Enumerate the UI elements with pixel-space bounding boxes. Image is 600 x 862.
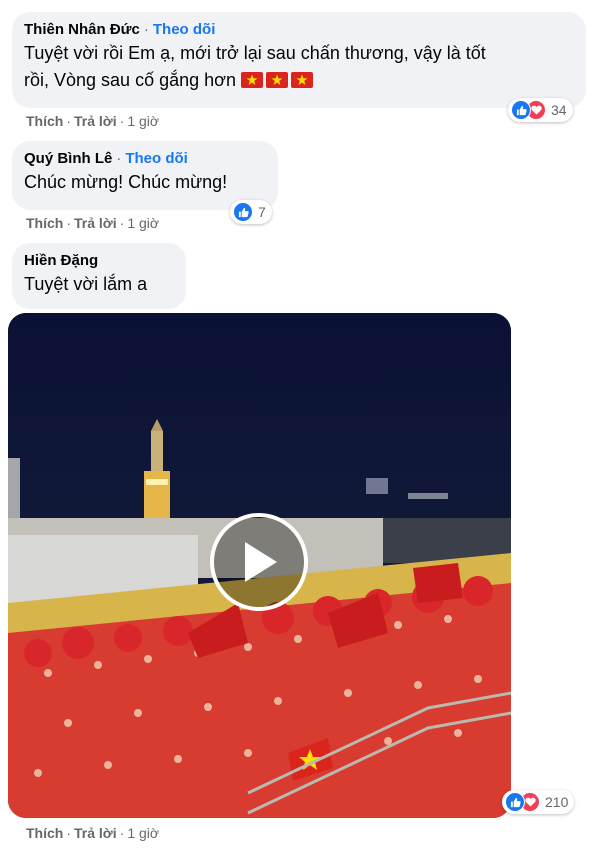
reply-action[interactable]: Trả lời xyxy=(74,113,117,129)
like-reaction-icon xyxy=(511,100,531,120)
play-icon xyxy=(245,542,277,582)
distant-building xyxy=(408,493,448,499)
separator-dot: · xyxy=(116,150,122,167)
play-button[interactable] xyxy=(210,513,308,611)
comment-author[interactable]: Quý Bình Lê xyxy=(24,150,112,167)
separator-dot: · xyxy=(143,21,149,38)
comment-bubble: Hiền Đặng Tuyệt vời lắm a xyxy=(12,243,186,309)
separator-dot: · xyxy=(119,825,125,841)
like-reaction-icon xyxy=(505,792,525,812)
reaction-count: 210 xyxy=(545,794,569,810)
comment-header: Thiên Nhân Đức · Theo dõi xyxy=(24,20,574,40)
reaction-count: 34 xyxy=(551,102,567,118)
comment-text: Tuyệt vời rồi Em ạ, mới trở lại sau chấn… xyxy=(24,40,574,94)
comment-timestamp[interactable]: 1 giờ xyxy=(127,215,159,231)
follow-link[interactable]: Theo dõi xyxy=(153,21,216,38)
comment-actions: Thích · Trả lời · 1 giờ xyxy=(26,215,159,231)
comment-text: Chúc mừng! Chúc mừng! xyxy=(24,172,228,192)
comment-text: Tuyệt vời lắm a xyxy=(24,274,148,294)
separator-dot: · xyxy=(119,215,125,231)
reaction-summary[interactable]: 7 xyxy=(230,200,272,224)
reaction-count: 7 xyxy=(258,204,266,220)
comment-bubble: Thiên Nhân Đức · Theo dõi Tuyệt vời rồi Em… xyxy=(12,12,586,108)
comment-text-line: rồi, Vòng sau cố gắng hơn xyxy=(24,67,574,94)
comment-header: Quý Bình Lê · Theo dõi xyxy=(24,149,266,169)
separator-dot: · xyxy=(66,113,72,129)
like-action[interactable]: Thích xyxy=(26,113,63,129)
separator-dot: · xyxy=(119,113,125,129)
comment-text-line: Tuyệt vời rồi Em ạ, mới trở lại sau chấn… xyxy=(24,43,486,63)
reaction-summary[interactable]: 34 xyxy=(508,98,573,122)
comment-header: Hiền Đặng xyxy=(24,251,174,271)
comment-text-fragment: rồi, Vòng sau cố gắng hơn xyxy=(24,70,236,90)
vietnam-flag-icon xyxy=(265,72,288,88)
comment-actions: Thích · Trả lời · 1 giờ xyxy=(26,113,159,129)
reply-action[interactable]: Trả lời xyxy=(74,215,117,231)
vietnam-flag-icon xyxy=(240,72,263,88)
separator-dot: · xyxy=(66,825,72,841)
vietnam-flag-icon xyxy=(290,72,313,88)
like-action[interactable]: Thích xyxy=(26,215,63,231)
comment-actions: Thích · Trả lời · 1 giờ xyxy=(26,825,159,841)
follow-link[interactable]: Theo dõi xyxy=(125,150,188,167)
reaction-summary[interactable]: 210 xyxy=(502,790,575,814)
distant-building xyxy=(366,478,388,494)
comment-timestamp[interactable]: 1 giờ xyxy=(127,825,159,841)
separator-dot: · xyxy=(66,215,72,231)
like-action[interactable]: Thích xyxy=(26,825,63,841)
comment-timestamp[interactable]: 1 giờ xyxy=(127,113,159,129)
comment-author[interactable]: Thiên Nhân Đức xyxy=(24,21,140,38)
reply-action[interactable]: Trả lời xyxy=(74,825,117,841)
vietnam-flag-banner xyxy=(413,563,463,603)
like-reaction-icon xyxy=(233,202,253,222)
comment-author[interactable]: Hiền Đặng xyxy=(24,252,98,269)
